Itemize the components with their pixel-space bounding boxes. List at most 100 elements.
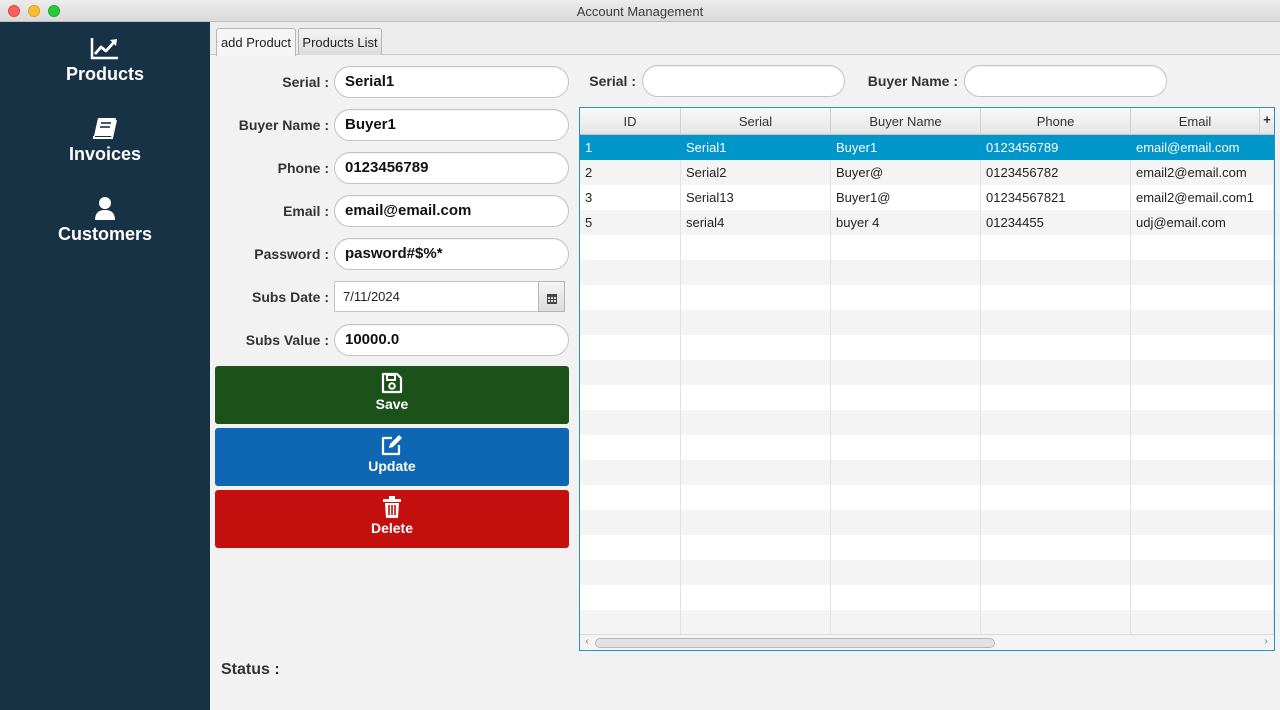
table-cell-email: email@email.com <box>1131 135 1274 160</box>
date-picker-button[interactable] <box>538 281 565 312</box>
phone-field[interactable]: 0123456789 <box>334 152 569 184</box>
sidebar-item-label: Products <box>65 64 144 84</box>
table-row-empty[interactable] <box>580 585 1274 610</box>
column-header-buyer-name[interactable]: Buyer Name <box>831 108 981 135</box>
table-header: ID Serial Buyer Name Phone Email + <box>580 108 1274 135</box>
table-cell-phone <box>981 260 1131 285</box>
sidebar-item-label: Customers <box>57 224 153 244</box>
table-cell-buyer: Buyer1 <box>831 135 981 160</box>
column-header-serial[interactable]: Serial <box>681 108 831 135</box>
sidebar: Products Invoices Customers <box>0 22 210 710</box>
table-row-empty[interactable] <box>580 260 1274 285</box>
table-cell-serial <box>681 610 831 635</box>
scroll-right-icon[interactable]: › <box>1260 636 1272 650</box>
column-header-phone[interactable]: Phone <box>981 108 1131 135</box>
table-cell-serial <box>681 285 831 310</box>
search-buyer-input[interactable] <box>964 65 1167 97</box>
subs-date-field[interactable]: 7/11/2024 <box>334 281 539 312</box>
subs-value-field[interactable]: 10000.0 <box>334 324 569 356</box>
table-cell-id <box>580 360 681 385</box>
table-row-empty[interactable] <box>580 235 1274 260</box>
window-title: Account Management <box>576 4 704 19</box>
password-field[interactable]: pasword#$%* <box>334 238 569 270</box>
table-row-empty[interactable] <box>580 485 1274 510</box>
table-row-empty[interactable] <box>580 610 1274 635</box>
table-cell-phone <box>981 335 1131 360</box>
table-row-empty[interactable] <box>580 310 1274 335</box>
table-row[interactable]: 2 Serial2 Buyer@ 0123456782 email2@email.com <box>580 160 1274 185</box>
table-cell-id: 2 <box>580 160 681 185</box>
delete-label: Delete <box>370 520 414 536</box>
table-cell-buyer <box>831 385 981 410</box>
table-cell-buyer: Buyer@ <box>831 160 981 185</box>
scrollbar-thumb[interactable] <box>595 638 995 648</box>
sidebar-item-products[interactable]: Products <box>0 36 210 100</box>
table-cell-phone <box>981 435 1131 460</box>
calendar-icon <box>546 291 557 308</box>
email-field[interactable]: email@email.com <box>334 195 569 227</box>
table-cell-buyer <box>831 560 981 585</box>
table-row-empty[interactable] <box>580 560 1274 585</box>
table-cell-email <box>1131 410 1274 435</box>
table-cell-email <box>1131 335 1274 360</box>
password-label: Password : <box>254 246 329 262</box>
sidebar-item-invoices[interactable]: Invoices <box>0 116 210 180</box>
table-row-empty[interactable] <box>580 385 1274 410</box>
table-cell-serial: Serial13 <box>681 185 831 210</box>
table-cell-serial <box>681 460 831 485</box>
table-row[interactable]: 3 Serial13 Buyer1@ 01234567821 email2@email.… <box>580 185 1274 210</box>
table-cell-buyer <box>831 535 981 560</box>
table-cell-email <box>1131 285 1274 310</box>
scroll-left-icon[interactable]: ‹ <box>581 636 593 650</box>
phone-label: Phone : <box>277 160 329 176</box>
delete-button[interactable]: Delete <box>215 490 569 548</box>
tab-add-product[interactable]: add Product <box>216 28 296 56</box>
table-cell-buyer <box>831 510 981 535</box>
table-row[interactable]: 1 Serial1 Buyer1 0123456789 email@email.com <box>580 135 1274 160</box>
table-cell-id <box>580 560 681 585</box>
table-row-empty[interactable] <box>580 410 1274 435</box>
table-cell-phone: 0123456782 <box>981 160 1131 185</box>
table-row-empty[interactable] <box>580 535 1274 560</box>
table-cell-phone <box>981 510 1131 535</box>
search-serial-input[interactable] <box>642 65 845 97</box>
column-header-email[interactable]: Email <box>1131 108 1260 135</box>
table-cell-phone <box>981 235 1131 260</box>
table-cell-id: 5 <box>580 210 681 235</box>
table-row-empty[interactable] <box>580 510 1274 535</box>
update-label: Update <box>368 458 416 474</box>
table-cell-serial <box>681 360 831 385</box>
sidebar-item-customers[interactable]: Customers <box>0 196 210 260</box>
table-cell-phone <box>981 460 1131 485</box>
table-cell-phone: 0123456789 <box>981 135 1131 160</box>
table-row-empty[interactable] <box>580 360 1274 385</box>
table-row[interactable]: 5 serial4 buyer 4 01234455 udj@email.com <box>580 210 1274 235</box>
update-button[interactable]: Update <box>215 428 569 486</box>
table-cell-id <box>580 535 681 560</box>
table-cell-email <box>1131 360 1274 385</box>
table-row-empty[interactable] <box>580 460 1274 485</box>
products-table[interactable]: ID Serial Buyer Name Phone Email + 1 Seri… <box>579 107 1275 651</box>
sidebar-item-label: Invoices <box>68 144 142 164</box>
horizontal-scrollbar[interactable]: ‹ › <box>580 634 1274 650</box>
table-cell-serial <box>681 560 831 585</box>
save-label: Save <box>375 396 409 412</box>
table-row-empty[interactable] <box>580 335 1274 360</box>
table-row-empty[interactable] <box>580 285 1274 310</box>
table-cell-buyer <box>831 610 981 635</box>
serial-field[interactable]: Serial1 <box>334 66 569 98</box>
buyer-name-field[interactable]: Buyer1 <box>334 109 569 141</box>
column-header-id[interactable]: ID <box>580 108 681 135</box>
table-cell-phone <box>981 585 1131 610</box>
serial-label: Serial : <box>282 74 329 90</box>
save-button[interactable]: Save <box>215 366 569 424</box>
table-cell-buyer <box>831 310 981 335</box>
tab-products-list[interactable]: Products List <box>298 28 382 55</box>
table-cell-email <box>1131 535 1274 560</box>
table-cell-id <box>580 260 681 285</box>
column-menu-button[interactable]: + <box>1260 108 1274 135</box>
table-row-empty[interactable] <box>580 435 1274 460</box>
edit-icon <box>215 434 569 456</box>
table-cell-id <box>580 285 681 310</box>
table-cell-phone <box>981 410 1131 435</box>
